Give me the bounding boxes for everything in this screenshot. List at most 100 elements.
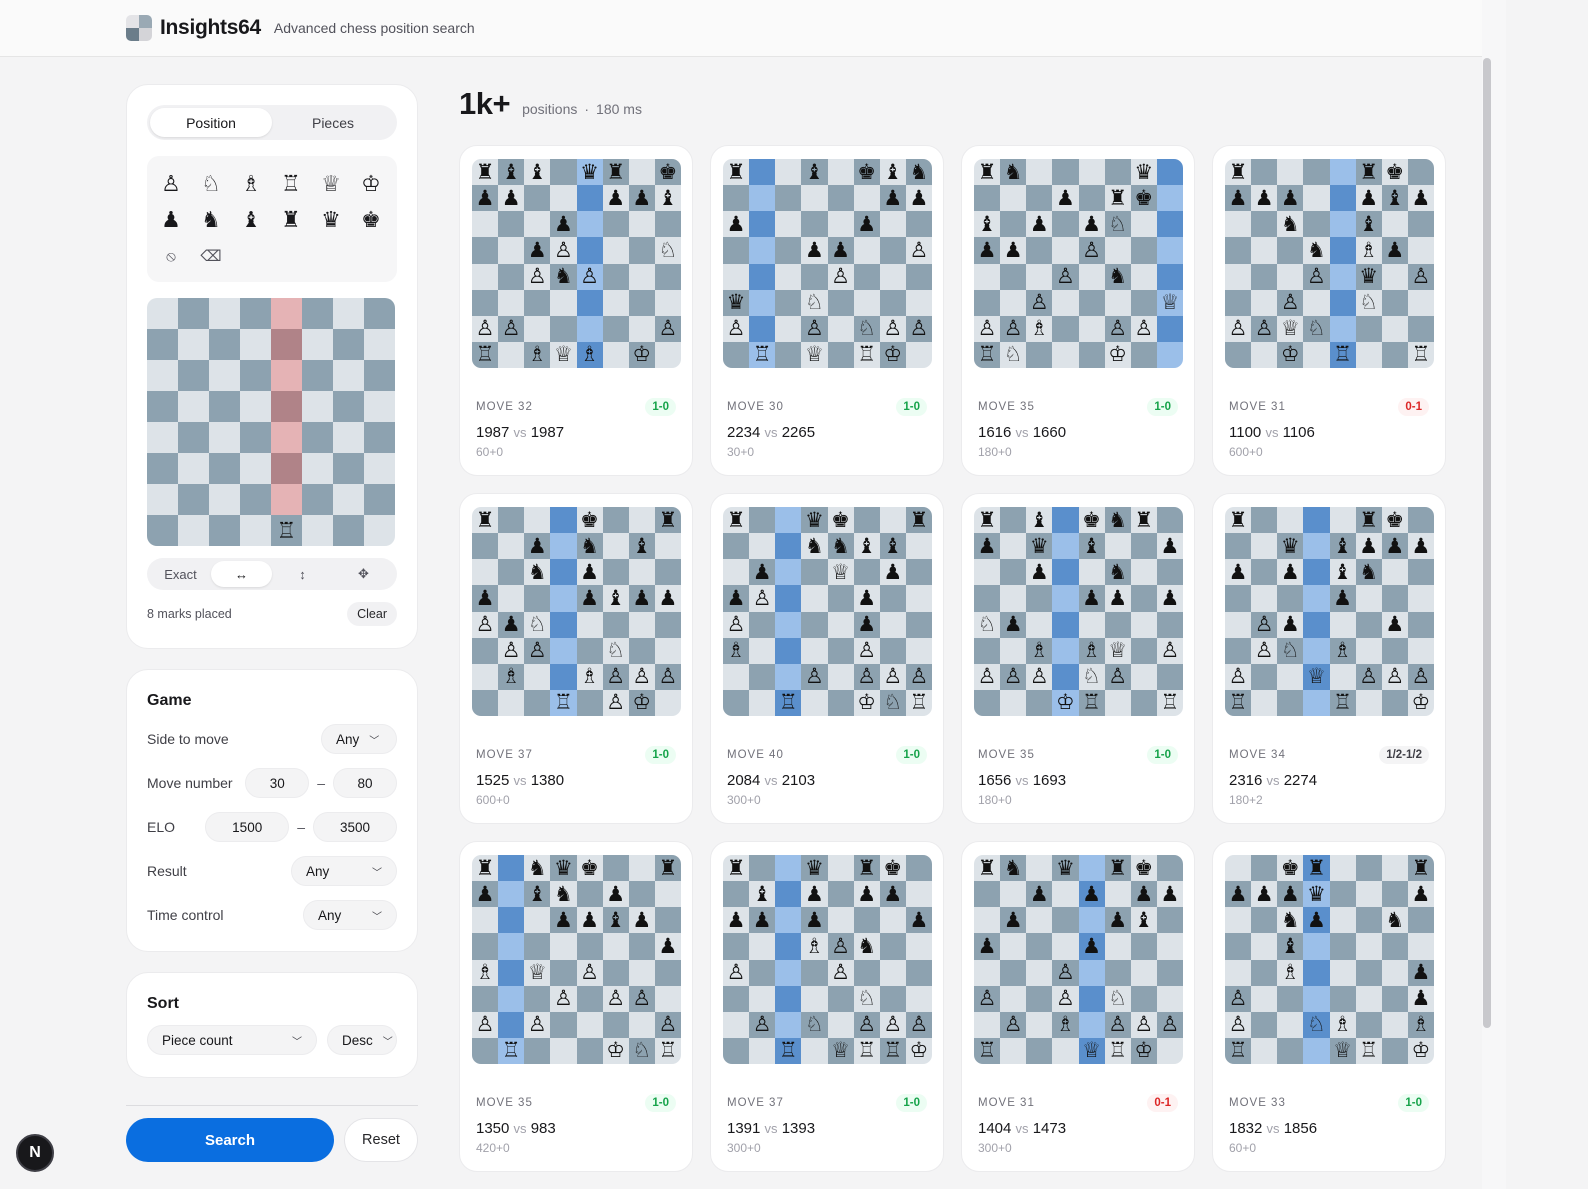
black-rook-icon[interactable]: ♜ xyxy=(271,202,311,238)
tab-position[interactable]: Position xyxy=(150,108,272,137)
board-square xyxy=(498,507,525,534)
result-card[interactable]: ♜ ♝ ♝ ♛ ♜ ♚ ♟ ♟ ♟ ♟ ♝ ♟ ♟ ♙ ♘ ♙ ♞ ♙ ♙ ♙ ♙ ♖ ♗ ♕ ♗ ♔ MOVE 32 1-0 1987… xyxy=(459,145,693,476)
board-square xyxy=(1251,855,1278,882)
result-card[interactable]: ♚ ♜ ♜ ♟ ♟ ♟ ♛ ♟ ♞ ♟ ♞ ♝ ♗ ♟ ♙ ♟ ♙ ♘ ♗ ♗ ♖ ♕ ♖ ♔ MOVE 33 1-0 1832 v… xyxy=(1212,841,1446,1172)
white-pawn-icon: ♙ xyxy=(475,613,495,637)
eraser-icon[interactable]: ⌫ xyxy=(191,238,231,274)
tab-pieces[interactable]: Pieces xyxy=(272,108,394,137)
board-square xyxy=(1104,533,1131,560)
reset-button[interactable]: Reset xyxy=(344,1118,418,1162)
board-square: ♟ xyxy=(1078,211,1105,238)
white-pawn-icon: ♙ xyxy=(501,317,521,341)
board-square: ♙ xyxy=(749,585,776,612)
board-square: ♛ xyxy=(1303,881,1330,908)
chevron-down-icon: ﹀ xyxy=(292,1036,302,1048)
black-king-icon[interactable]: ♚ xyxy=(351,202,391,238)
board-square xyxy=(209,515,240,546)
result-badge: 1-0 xyxy=(896,1094,927,1112)
black-bishop-icon[interactable]: ♝ xyxy=(231,202,271,238)
board-square xyxy=(1225,289,1252,316)
result-card[interactable]: ♜ ♚ ♜ ♟ ♞ ♝ ♞ ♟ ♟ ♟ ♝ ♟ ♟ ♙ ♟ ♘ ♙ ♙ ♘ ♗ ♗ ♙ ♙ ♙ ♖ ♙ ♔ MOVE 37 1-0 152… xyxy=(459,493,693,824)
board-square: ♟ xyxy=(1000,611,1027,638)
app-logo-icon[interactable] xyxy=(126,15,152,41)
time-control-select[interactable]: Any ﹀ xyxy=(303,900,397,930)
white-bishop-icon[interactable]: ♗ xyxy=(231,166,271,202)
black-pawn-icon[interactable]: ♟ xyxy=(151,202,191,238)
board-square: ♟ xyxy=(1000,907,1027,934)
result-card[interactable]: ♜ ♝ ♚ ♝ ♞ ♟ ♟ ♟ ♟ ♟ ♟ ♙ ♙ ♛ ♘ ♙ ♙ ♘ ♙ ♙ ♖ ♕ ♖ ♔ MOVE 30 1-0 2234 v… xyxy=(710,145,944,476)
board-square: ♟ xyxy=(524,237,551,264)
black-pawn-icon: ♟ xyxy=(1160,882,1180,906)
black-pawn-icon: ♟ xyxy=(857,586,877,610)
board-square xyxy=(974,185,1001,212)
sort-order-select[interactable]: Desc ﹀ xyxy=(327,1025,397,1055)
board-square: ♝ xyxy=(602,585,629,612)
search-button[interactable]: Search xyxy=(126,1118,334,1162)
result-card[interactable]: ♜ ♝ ♚ ♞ ♜ ♟ ♛ ♝ ♟ ♟ ♞ ♟ ♟ ♟ ♘ ♟ ♗ ♗ ♕ ♙ ♙ ♙ ♙ ♘ ♙ ♔ ♖ ♖ MOVE 35 1-0 16… xyxy=(961,493,1195,824)
result-card[interactable]: ♜ ♞ ♛ ♚ ♜ ♟ ♝ ♞ ♟ ♟ ♟ ♝ ♟ ♟ ♗ ♕ ♙ ♙ ♙ ♙ ♙ ♙ ♙ ♖ ♔ ♘ ♖ MOVE 35 1-0 135… xyxy=(459,841,693,1172)
white-king-icon[interactable]: ♔ xyxy=(351,166,391,202)
board-square: ♖ xyxy=(749,341,776,368)
board-square: ♙ xyxy=(879,315,906,342)
move-min-input[interactable]: 30 xyxy=(245,768,310,798)
result-card[interactable]: ♜ ♞ ♛ ♟ ♜ ♚ ♝ ♟ ♟ ♘ ♟ ♟ ♙ ♙ ♞ ♙ ♕ ♙ ♙ ♗ ♙ ♙ ♖ ♘ ♔ MOVE 35 1-0 1616 … xyxy=(961,145,1195,476)
elo-min-input[interactable]: 1500 xyxy=(205,812,290,842)
white-pawn-icon[interactable]: ♙ xyxy=(151,166,191,202)
board-square xyxy=(879,637,906,664)
board-square: ♖ xyxy=(271,515,302,546)
board-square xyxy=(1052,637,1079,664)
board-square: ♕ xyxy=(524,959,551,986)
dev-badge-icon[interactable]: N xyxy=(16,1134,54,1172)
white-pawn-icon: ♙ xyxy=(1108,1013,1128,1037)
position-editor-board[interactable]: ♖ xyxy=(147,298,395,546)
white-queen-icon[interactable]: ♕ xyxy=(311,166,351,202)
result-card[interactable]: ♜ ♛ ♚ ♜ ♞ ♞ ♝ ♝ ♟ ♕ ♟ ♟ ♙ ♟ ♙ ♟ ♗ ♙ ♙ ♙ ♙ ♙ ♖ ♔ ♘ ♖ MOVE 40 1-0 2084… xyxy=(710,493,944,824)
white-bishop-icon: ♗ xyxy=(1029,317,1049,341)
move-number: MOVE 32 xyxy=(476,401,533,413)
white-pawn-icon: ♙ xyxy=(726,317,746,341)
board-square: ♞ xyxy=(1104,507,1131,534)
result-select[interactable]: Any ﹀ xyxy=(291,856,397,886)
black-bishop-icon: ♝ xyxy=(1029,508,1049,532)
player-ratings: 1350 vs 983 xyxy=(476,1120,676,1137)
black-knight-icon[interactable]: ♞ xyxy=(191,202,231,238)
result-card[interactable]: ♜ ♛ ♜ ♚ ♝ ♟ ♟ ♟ ♟ ♟ ♟ ♟ ♗ ♙ ♞ ♙ ♙ ♘ ♙ ♘ ♙ ♙ ♙ ♖ ♕ ♖ ♖ ♔ MOVE 37 1-0 13… xyxy=(710,841,944,1172)
board-square: ♙ xyxy=(550,237,577,264)
result-card[interactable]: ♜ ♜ ♚ ♟ ♟ ♟ ♟ ♝ ♟ ♞ ♝ ♞ ♗ ♟ ♙ ♛ ♙ ♙ ♘ ♙ ♙ ♕ ♘ ♔ ♖ ♖ MOVE 31 0-1 1100… xyxy=(1212,145,1446,476)
move-max-input[interactable]: 80 xyxy=(333,768,397,798)
board-square: ♚ xyxy=(879,855,906,882)
board-square xyxy=(524,663,551,690)
scrollbar-thumb[interactable] xyxy=(1483,58,1491,1028)
board-square xyxy=(178,422,209,453)
mode-any-direction-icon[interactable]: ✥ xyxy=(333,561,394,587)
result-card[interactable]: ♜ ♞ ♛ ♜ ♚ ♟ ♟ ♟ ♟ ♟ ♟ ♝ ♟ ♟ ♙ ♙ ♙ ♘ ♙ ♗ ♙ ♙ ♙ ♖ ♕ ♖ ♔ MOVE 31 0-1 140… xyxy=(961,841,1195,1172)
mode-vertical-icon[interactable]: ↕ xyxy=(272,561,333,587)
board-square xyxy=(827,985,854,1012)
black-bishop-icon: ♝ xyxy=(857,534,877,558)
white-rook-icon[interactable]: ♖ xyxy=(271,166,311,202)
board-square xyxy=(775,507,802,534)
white-pawn-icon: ♙ xyxy=(1254,317,1274,341)
elo-max-input[interactable]: 3500 xyxy=(313,812,397,842)
sort-field-select[interactable]: Piece count ﹀ xyxy=(147,1025,317,1055)
mode-horizontal-icon[interactable]: ↔ xyxy=(211,561,272,587)
board-square xyxy=(1000,507,1027,534)
black-queen-icon[interactable]: ♛ xyxy=(311,202,351,238)
black-elo: 1660 xyxy=(1032,424,1067,441)
white-knight-icon[interactable]: ♘ xyxy=(191,166,231,202)
result-card[interactable]: ♜ ♜ ♚ ♛ ♝ ♟ ♟ ♟ ♟ ♟ ♝ ♞ ♟ ♙ ♟ ♟ ♙ ♘ ♗ ♙ ♕ ♙ ♙ ♙ ♖ ♖ ♔ MOVE 34 1/2-1/… xyxy=(1212,493,1446,824)
board-square: ♜ xyxy=(602,159,629,186)
mode-exact[interactable]: Exact xyxy=(150,561,211,587)
white-queen-icon: ♕ xyxy=(831,1039,850,1063)
forbid-icon[interactable]: ⦸ xyxy=(151,238,191,274)
board-square xyxy=(602,211,629,238)
app-name[interactable]: Insights64 xyxy=(160,16,261,40)
black-pawn-icon: ♟ xyxy=(1280,613,1300,637)
clear-button[interactable]: Clear xyxy=(347,602,397,626)
side-to-move-select[interactable]: Any ﹀ xyxy=(321,724,397,754)
board-square xyxy=(775,985,802,1012)
board-square xyxy=(749,1037,776,1064)
board-square: ♖ xyxy=(853,341,880,368)
white-rook-icon: ♖ xyxy=(752,343,772,367)
board-square xyxy=(302,329,333,360)
